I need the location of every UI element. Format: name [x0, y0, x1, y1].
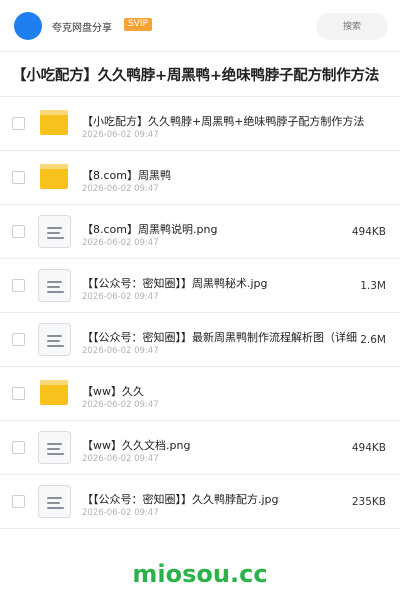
row-checkbox[interactable] — [12, 279, 25, 292]
search-input[interactable] — [316, 13, 388, 40]
file-name: 【ww】久久文档.png — [82, 439, 191, 452]
list-item[interactable]: 【【公众号：密知圈】】周黑鸭秘术.jpg 2026-06-02 09:47 1.… — [0, 259, 400, 313]
svip-badge: SVIP — [124, 18, 152, 31]
list-item[interactable]: 【ww】久久文档.png 2026-06-02 09:47 494KB — [0, 421, 400, 475]
list-item[interactable]: 【小吃配方】久久鸭脖+周黑鸭+绝味鸭脖子配方制作方法 2026-06-02 09… — [0, 97, 400, 151]
list-item[interactable]: 【【公众号：密知圈】】久久鸭脖配方.jpg 2026-06-02 09:47 2… — [0, 475, 400, 529]
file-name: 【【公众号：密知圈】】周黑鸭秘术.jpg — [82, 277, 268, 290]
file-name: 【8.com】周黑鸭 — [82, 169, 171, 182]
row-checkbox[interactable] — [12, 171, 25, 184]
avatar[interactable] — [14, 12, 42, 40]
watermark: miosou.cc — [132, 560, 268, 588]
row-checkbox[interactable] — [12, 387, 25, 400]
file-name: 【小吃配方】久久鸭脖+周黑鸭+绝味鸭脖子配方制作方法 — [82, 115, 364, 128]
file-name: 【8.com】周黑鸭说明.png — [82, 223, 218, 236]
list-item[interactable]: 【【公众号：密知圈】】最新周黑鸭制作流程解析图（详细 2026-06-02 09… — [0, 313, 400, 367]
file-list: 【小吃配方】久久鸭脖+周黑鸭+绝味鸭脖子配方制作方法 2026-06-02 09… — [0, 96, 400, 529]
row-checkbox[interactable] — [12, 225, 25, 238]
file-name: 【ww】久久 — [82, 385, 144, 398]
folder-icon — [40, 110, 68, 135]
file-size: 235KB — [351, 496, 386, 508]
file-name: 【【公众号：密知圈】】最新周黑鸭制作流程解析图（详细 — [82, 331, 357, 344]
file-date: 2026-06-02 09:47 — [82, 400, 159, 410]
file-date: 2026-06-02 09:47 — [82, 292, 159, 302]
document-icon — [38, 323, 71, 356]
row-checkbox[interactable] — [12, 333, 25, 346]
document-icon — [38, 215, 71, 248]
file-size: 2.6M — [360, 334, 386, 346]
file-date: 2026-06-02 09:47 — [82, 508, 159, 518]
folder-icon — [40, 380, 68, 405]
list-item[interactable]: 【ww】久久 2026-06-02 09:47 — [0, 367, 400, 421]
list-item[interactable]: 【8.com】周黑鸭说明.png 2026-06-02 09:47 494KB — [0, 205, 400, 259]
file-size: 1.3M — [360, 280, 386, 292]
file-date: 2026-06-02 09:47 — [82, 184, 159, 194]
file-size: 494KB — [351, 226, 386, 238]
document-icon — [38, 485, 71, 518]
row-checkbox[interactable] — [12, 117, 25, 130]
header: 夸克网盘分享 SVIP — [0, 0, 400, 52]
row-checkbox[interactable] — [12, 441, 25, 454]
file-date: 2026-06-02 09:47 — [82, 346, 159, 356]
document-icon — [38, 269, 71, 302]
row-checkbox[interactable] — [12, 495, 25, 508]
file-date: 2026-06-02 09:47 — [82, 130, 159, 140]
page-title: 【小吃配方】久久鸭脖+周黑鸭+绝味鸭脖子配方制作方法 — [12, 68, 380, 84]
list-item[interactable]: 【8.com】周黑鸭 2026-06-02 09:47 — [0, 151, 400, 205]
file-size: 494KB — [351, 442, 386, 454]
file-name: 【【公众号：密知圈】】久久鸭脖配方.jpg — [82, 493, 279, 506]
folder-icon — [40, 164, 68, 189]
file-date: 2026-06-02 09:47 — [82, 238, 159, 248]
username: 夸克网盘分享 — [52, 23, 112, 34]
file-date: 2026-06-02 09:47 — [82, 454, 159, 464]
document-icon — [38, 431, 71, 464]
